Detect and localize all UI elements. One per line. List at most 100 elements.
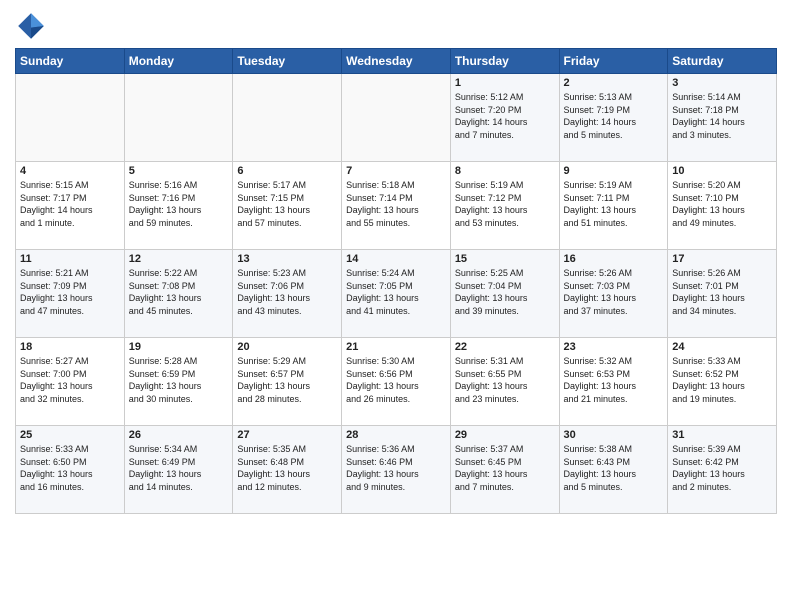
header bbox=[15, 10, 777, 42]
day-number-15: 15 bbox=[455, 253, 555, 265]
day-number-6: 6 bbox=[237, 165, 337, 177]
calendar-day-empty bbox=[342, 74, 451, 162]
day-number-8: 8 bbox=[455, 165, 555, 177]
calendar-day-empty bbox=[16, 74, 125, 162]
day-number-13: 13 bbox=[237, 253, 337, 265]
day-number-20: 20 bbox=[237, 341, 337, 353]
calendar-day-9: 9 Sunrise: 5:19 AM Sunset: 7:11 PM Daylig… bbox=[559, 162, 668, 250]
calendar-day-1: 1Sunrise: 5:12 AM Sunset: 7:20 PM Daylig… bbox=[450, 74, 559, 162]
day-number-18: 18 bbox=[20, 341, 120, 353]
calendar-day-6: 6 Sunrise: 5:17 AM Sunset: 7:15 PM Daylig… bbox=[233, 162, 342, 250]
calendar-day-2: 2 Sunrise: 5:13 AM Sunset: 7:19 PM Daylig… bbox=[559, 74, 668, 162]
day-info-28: Sunrise: 5:36 AM Sunset: 6:46 PM Dayligh… bbox=[346, 443, 446, 493]
day-info-24: Sunrise: 5:33 AM Sunset: 6:52 PM Dayligh… bbox=[672, 355, 772, 405]
day-number-2: 2 bbox=[564, 77, 664, 89]
calendar-day-26: 26Sunrise: 5:34 AM Sunset: 6:49 PM Dayli… bbox=[124, 426, 233, 514]
day-info-31: Sunrise: 5:39 AM Sunset: 6:42 PM Dayligh… bbox=[672, 443, 772, 493]
calendar-day-28: 28 Sunrise: 5:36 AM Sunset: 6:46 PM Dayli… bbox=[342, 426, 451, 514]
col-header-friday: Friday bbox=[559, 49, 668, 74]
calendar-day-24: 24 Sunrise: 5:33 AM Sunset: 6:52 PM Dayli… bbox=[668, 338, 777, 426]
calendar-day-23: 23Sunrise: 5:32 AM Sunset: 6:53 PM Dayli… bbox=[559, 338, 668, 426]
calendar-week-3: 18 Sunrise: 5:27 AM Sunset: 7:00 PM Dayli… bbox=[16, 338, 777, 426]
calendar-day-29: 29Sunrise: 5:37 AM Sunset: 6:45 PM Dayli… bbox=[450, 426, 559, 514]
calendar-day-18: 18 Sunrise: 5:27 AM Sunset: 7:00 PM Dayli… bbox=[16, 338, 125, 426]
day-number-23: 23 bbox=[564, 341, 664, 353]
day-info-12: Sunrise: 5:22 AM Sunset: 7:08 PM Dayligh… bbox=[129, 267, 229, 317]
day-info-9: Sunrise: 5:19 AM Sunset: 7:11 PM Dayligh… bbox=[564, 179, 664, 229]
day-info-15: Sunrise: 5:25 AM Sunset: 7:04 PM Dayligh… bbox=[455, 267, 555, 317]
day-number-29: 29 bbox=[455, 429, 555, 441]
day-info-18: Sunrise: 5:27 AM Sunset: 7:00 PM Dayligh… bbox=[20, 355, 120, 405]
calendar-day-8: 8 Sunrise: 5:19 AM Sunset: 7:12 PM Daylig… bbox=[450, 162, 559, 250]
calendar-day-20: 20 Sunrise: 5:29 AM Sunset: 6:57 PM Dayli… bbox=[233, 338, 342, 426]
calendar-table: SundayMondayTuesdayWednesdayThursdayFrid… bbox=[15, 48, 777, 514]
day-info-21: Sunrise: 5:30 AM Sunset: 6:56 PM Dayligh… bbox=[346, 355, 446, 405]
calendar-day-31: 31 Sunrise: 5:39 AM Sunset: 6:42 PM Dayli… bbox=[668, 426, 777, 514]
day-number-12: 12 bbox=[129, 253, 229, 265]
col-header-wednesday: Wednesday bbox=[342, 49, 451, 74]
calendar-day-7: 7Sunrise: 5:18 AM Sunset: 7:14 PM Daylig… bbox=[342, 162, 451, 250]
calendar-day-21: 21Sunrise: 5:30 AM Sunset: 6:56 PM Dayli… bbox=[342, 338, 451, 426]
calendar-day-15: 15 Sunrise: 5:25 AM Sunset: 7:04 PM Dayli… bbox=[450, 250, 559, 338]
calendar-day-5: 5 Sunrise: 5:16 AM Sunset: 7:16 PM Daylig… bbox=[124, 162, 233, 250]
day-info-30: Sunrise: 5:38 AM Sunset: 6:43 PM Dayligh… bbox=[564, 443, 664, 493]
calendar-day-4: 4 Sunrise: 5:15 AM Sunset: 7:17 PM Daylig… bbox=[16, 162, 125, 250]
calendar-day-13: 13 Sunrise: 5:23 AM Sunset: 7:06 PM Dayli… bbox=[233, 250, 342, 338]
day-info-22: Sunrise: 5:31 AM Sunset: 6:55 PM Dayligh… bbox=[455, 355, 555, 405]
day-info-11: Sunrise: 5:21 AM Sunset: 7:09 PM Dayligh… bbox=[20, 267, 120, 317]
calendar-day-empty bbox=[124, 74, 233, 162]
page: SundayMondayTuesdayWednesdayThursdayFrid… bbox=[0, 0, 792, 612]
day-info-17: Sunrise: 5:26 AM Sunset: 7:01 PM Dayligh… bbox=[672, 267, 772, 317]
col-header-tuesday: Tuesday bbox=[233, 49, 342, 74]
day-info-19: Sunrise: 5:28 AM Sunset: 6:59 PM Dayligh… bbox=[129, 355, 229, 405]
day-number-28: 28 bbox=[346, 429, 446, 441]
day-info-16: Sunrise: 5:26 AM Sunset: 7:03 PM Dayligh… bbox=[564, 267, 664, 317]
day-number-24: 24 bbox=[672, 341, 772, 353]
day-info-8: Sunrise: 5:19 AM Sunset: 7:12 PM Dayligh… bbox=[455, 179, 555, 229]
calendar-day-10: 10 Sunrise: 5:20 AM Sunset: 7:10 PM Dayli… bbox=[668, 162, 777, 250]
day-info-20: Sunrise: 5:29 AM Sunset: 6:57 PM Dayligh… bbox=[237, 355, 337, 405]
day-number-11: 11 bbox=[20, 253, 120, 265]
day-number-5: 5 bbox=[129, 165, 229, 177]
day-info-7: Sunrise: 5:18 AM Sunset: 7:14 PM Dayligh… bbox=[346, 179, 446, 229]
calendar-week-4: 25Sunrise: 5:33 AM Sunset: 6:50 PM Dayli… bbox=[16, 426, 777, 514]
day-number-9: 9 bbox=[564, 165, 664, 177]
calendar-week-2: 11 Sunrise: 5:21 AM Sunset: 7:09 PM Dayli… bbox=[16, 250, 777, 338]
calendar-day-14: 14Sunrise: 5:24 AM Sunset: 7:05 PM Dayli… bbox=[342, 250, 451, 338]
day-info-4: Sunrise: 5:15 AM Sunset: 7:17 PM Dayligh… bbox=[20, 179, 120, 229]
calendar-day-27: 27Sunrise: 5:35 AM Sunset: 6:48 PM Dayli… bbox=[233, 426, 342, 514]
day-info-3: Sunrise: 5:14 AM Sunset: 7:18 PM Dayligh… bbox=[672, 91, 772, 141]
day-info-5: Sunrise: 5:16 AM Sunset: 7:16 PM Dayligh… bbox=[129, 179, 229, 229]
col-header-thursday: Thursday bbox=[450, 49, 559, 74]
day-number-3: 3 bbox=[672, 77, 772, 89]
day-number-14: 14 bbox=[346, 253, 446, 265]
logo-icon bbox=[15, 10, 47, 42]
day-info-2: Sunrise: 5:13 AM Sunset: 7:19 PM Dayligh… bbox=[564, 91, 664, 141]
col-header-saturday: Saturday bbox=[668, 49, 777, 74]
calendar-day-22: 22Sunrise: 5:31 AM Sunset: 6:55 PM Dayli… bbox=[450, 338, 559, 426]
day-number-16: 16 bbox=[564, 253, 664, 265]
calendar-week-0: 1Sunrise: 5:12 AM Sunset: 7:20 PM Daylig… bbox=[16, 74, 777, 162]
day-number-17: 17 bbox=[672, 253, 772, 265]
day-number-10: 10 bbox=[672, 165, 772, 177]
calendar-day-30: 30Sunrise: 5:38 AM Sunset: 6:43 PM Dayli… bbox=[559, 426, 668, 514]
calendar-day-16: 16 Sunrise: 5:26 AM Sunset: 7:03 PM Dayli… bbox=[559, 250, 668, 338]
day-number-4: 4 bbox=[20, 165, 120, 177]
day-number-26: 26 bbox=[129, 429, 229, 441]
day-info-6: Sunrise: 5:17 AM Sunset: 7:15 PM Dayligh… bbox=[237, 179, 337, 229]
day-number-19: 19 bbox=[129, 341, 229, 353]
calendar-day-19: 19 Sunrise: 5:28 AM Sunset: 6:59 PM Dayli… bbox=[124, 338, 233, 426]
col-header-sunday: Sunday bbox=[16, 49, 125, 74]
day-number-1: 1 bbox=[455, 77, 555, 89]
calendar-day-12: 12 Sunrise: 5:22 AM Sunset: 7:08 PM Dayli… bbox=[124, 250, 233, 338]
calendar-day-25: 25Sunrise: 5:33 AM Sunset: 6:50 PM Dayli… bbox=[16, 426, 125, 514]
day-info-13: Sunrise: 5:23 AM Sunset: 7:06 PM Dayligh… bbox=[237, 267, 337, 317]
calendar-day-17: 17 Sunrise: 5:26 AM Sunset: 7:01 PM Dayli… bbox=[668, 250, 777, 338]
day-number-25: 25 bbox=[20, 429, 120, 441]
calendar-week-1: 4 Sunrise: 5:15 AM Sunset: 7:17 PM Daylig… bbox=[16, 162, 777, 250]
day-number-31: 31 bbox=[672, 429, 772, 441]
day-number-27: 27 bbox=[237, 429, 337, 441]
calendar-day-3: 3 Sunrise: 5:14 AM Sunset: 7:18 PM Daylig… bbox=[668, 74, 777, 162]
day-info-10: Sunrise: 5:20 AM Sunset: 7:10 PM Dayligh… bbox=[672, 179, 772, 229]
calendar-day-empty bbox=[233, 74, 342, 162]
